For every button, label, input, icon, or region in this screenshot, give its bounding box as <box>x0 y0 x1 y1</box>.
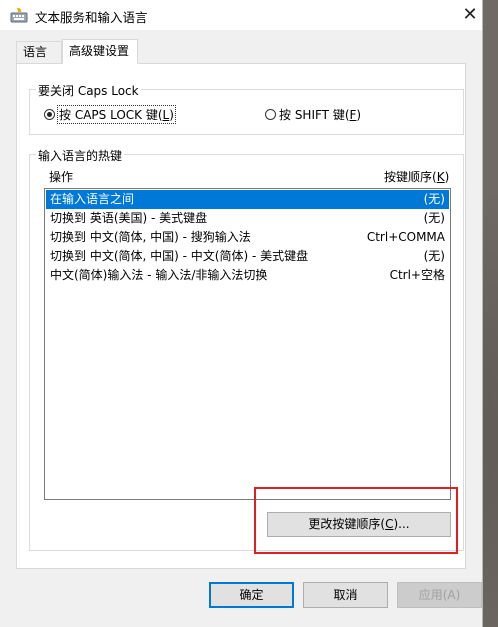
close-icon: ✕ <box>462 4 478 25</box>
radio-shift-indicator[interactable] <box>265 109 276 120</box>
title-bar: 文本服务和输入语言 ✕ <box>0 0 482 30</box>
list-item-hotkey: (无) <box>423 249 445 263</box>
column-header-action: 操作 <box>49 170 74 184</box>
keyboard-app-icon <box>10 7 28 23</box>
radio-shift-label: 按 SHIFT 键(F) <box>279 108 362 122</box>
list-item-hotkey: Ctrl+COMMA <box>366 230 445 244</box>
list-item-action: 切换到 英语(美国) - 美式键盘 <box>50 211 208 225</box>
window-title: 文本服务和输入语言 <box>35 10 148 25</box>
cancel-button[interactable]: 取消 <box>303 582 388 608</box>
radio-caps-lock-indicator[interactable] <box>44 109 55 120</box>
list-item-action: 切换到 中文(简体, 中国) - 中文(简体) - 美式键盘 <box>50 249 309 263</box>
list-item[interactable]: 中文(简体)输入法 - 输入法/非输入法切换 Ctrl+空格 <box>46 266 449 285</box>
apply-button[interactable]: 应用(A) <box>397 582 482 608</box>
radio-caps-lock-label: 按 CAPS LOCK 键(L) <box>57 105 176 124</box>
radio-shift[interactable]: 按 SHIFT 键(F) <box>265 106 361 123</box>
tab-advanced-key-settings[interactable]: 高级键设置 <box>62 39 138 64</box>
highlight-annotation-box <box>254 487 458 554</box>
list-item-hotkey: Ctrl+空格 <box>389 268 445 282</box>
list-item[interactable]: 切换到 中文(简体, 中国) - 搜狗输入法 Ctrl+COMMA <box>46 228 449 247</box>
dialog-window: 文本服务和输入语言 ✕ 语言栏 高级键设置 要关闭 Caps Lock 按 CA… <box>0 0 483 627</box>
close-button[interactable]: ✕ <box>459 4 481 26</box>
radio-caps-lock[interactable]: 按 CAPS LOCK 键(L) <box>44 105 176 124</box>
list-item[interactable]: 在输入语言之间 (无) <box>46 190 449 209</box>
column-header-hotkey: 按键顺序(K) <box>384 170 450 184</box>
list-item[interactable]: 切换到 英语(美国) - 美式键盘 (无) <box>46 209 449 228</box>
hotkey-group-legend: 输入语言的热键 <box>36 147 125 164</box>
list-item-action: 中文(简体)输入法 - 输入法/非输入法切换 <box>50 268 268 282</box>
ok-button[interactable]: 确定 <box>209 582 294 608</box>
list-item[interactable]: 切换到 中文(简体, 中国) - 中文(简体) - 美式键盘 (无) <box>46 247 449 266</box>
list-item-action: 在输入语言之间 <box>50 192 135 206</box>
hotkey-listbox[interactable]: 在输入语言之间 (无) 切换到 英语(美国) - 美式键盘 (无) 切换到 中文… <box>44 188 451 500</box>
tab-language-bar[interactable]: 语言栏 <box>16 41 62 79</box>
tab-label: 高级键设置 <box>69 44 130 58</box>
list-item-action: 切换到 中文(简体, 中国) - 搜狗输入法 <box>50 230 251 244</box>
list-item-hotkey: (无) <box>423 211 445 225</box>
caps-lock-group-legend: 要关闭 Caps Lock <box>36 82 141 99</box>
list-item-hotkey: (无) <box>423 192 445 206</box>
